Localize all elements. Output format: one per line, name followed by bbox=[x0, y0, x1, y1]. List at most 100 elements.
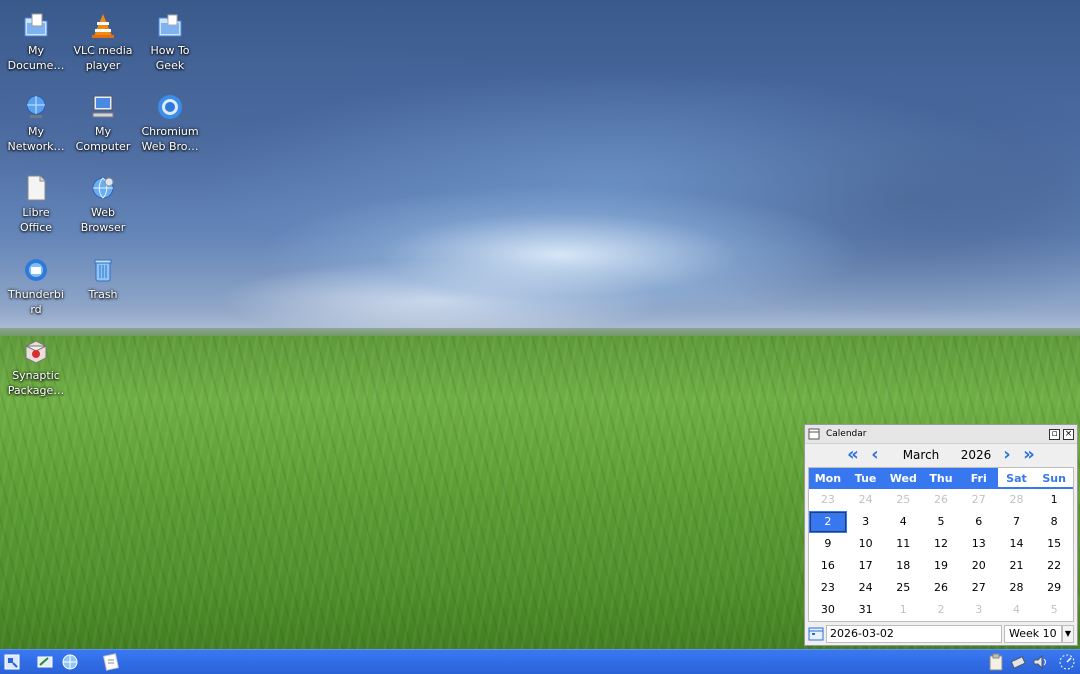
calendar-day[interactable]: 21 bbox=[998, 555, 1036, 577]
next-year-button[interactable]: » bbox=[1018, 445, 1040, 465]
chromium-icon bbox=[158, 95, 182, 119]
web-browser-icon[interactable] bbox=[61, 653, 79, 671]
calendar-week-row: 23 24 25 26 27 28 1 bbox=[809, 489, 1073, 511]
maximize-button[interactable]: ▫ bbox=[1049, 428, 1060, 440]
calendar-day[interactable]: 26 bbox=[922, 577, 960, 599]
calendar-day[interactable]: 30 bbox=[809, 599, 847, 621]
calendar-day[interactable]: 22 bbox=[1035, 555, 1073, 577]
calendar-day[interactable]: 26 bbox=[922, 489, 960, 511]
calendar-window[interactable]: Calendar ▫ × « ‹ March 2026 › » Mon Tue … bbox=[804, 424, 1078, 646]
calendar-day[interactable]: 4 bbox=[998, 599, 1036, 621]
calendar-day[interactable]: 17 bbox=[847, 555, 885, 577]
desktop-icon-web-browser[interactable]: Web Browser bbox=[68, 174, 138, 235]
desktop-icon-label: Synaptic Package… bbox=[7, 369, 65, 397]
folder-icon bbox=[158, 14, 182, 37]
calendar-week-row: 2 3 4 5 6 7 8 bbox=[809, 511, 1073, 533]
desktop-icon-chromium[interactable]: Chromium Web Bro… bbox=[135, 93, 205, 154]
network-tray-icon[interactable] bbox=[1009, 653, 1027, 671]
desktop-icon-label: Trash bbox=[88, 288, 118, 301]
calendar-day[interactable]: 20 bbox=[960, 555, 998, 577]
calendar-day[interactable]: 1 bbox=[1035, 489, 1073, 511]
previous-month-button[interactable]: ‹ bbox=[864, 445, 886, 465]
year-label: 2026 bbox=[960, 448, 992, 462]
calendar-day[interactable]: 31 bbox=[847, 599, 885, 621]
week-number-select[interactable]: Week 10 bbox=[1004, 625, 1062, 643]
calendar-day[interactable]: 12 bbox=[922, 533, 960, 555]
calendar-day[interactable]: 28 bbox=[998, 489, 1036, 511]
desktop-icon-label: Libre Office bbox=[19, 206, 53, 234]
clipboard-icon[interactable] bbox=[987, 653, 1005, 671]
chevron-down-icon[interactable]: ▼ bbox=[1062, 625, 1074, 643]
calendar-day[interactable]: 3 bbox=[960, 599, 998, 621]
text-editor-icon[interactable] bbox=[102, 653, 120, 671]
calendar-day[interactable]: 9 bbox=[809, 533, 847, 555]
calendar-day[interactable]: 28 bbox=[998, 577, 1036, 599]
calendar-day[interactable]: 19 bbox=[922, 555, 960, 577]
clock-icon[interactable] bbox=[1058, 653, 1076, 671]
calendar-grid: Mon Tue Wed Thu Fri Sat Sun 23 24 25 26 … bbox=[808, 467, 1074, 622]
calendar-date-icon[interactable] bbox=[808, 626, 824, 642]
desktop-icon-my-computer[interactable]: My Computer bbox=[68, 93, 138, 154]
weekday-label: Mon bbox=[814, 472, 842, 485]
thunderbird-icon bbox=[25, 259, 47, 281]
calendar-day[interactable]: 7 bbox=[998, 511, 1036, 533]
desktop-icon-label: How To Geek bbox=[150, 44, 190, 72]
calendar-day[interactable]: 18 bbox=[884, 555, 922, 577]
calendar-day[interactable]: 27 bbox=[960, 489, 998, 511]
desktop-icon-thunderbird[interactable]: Thunderbi rd bbox=[1, 256, 71, 317]
desktop-icon-trash[interactable]: Trash bbox=[68, 256, 138, 302]
calendar-day[interactable]: 11 bbox=[884, 533, 922, 555]
calendar-day[interactable]: 3 bbox=[847, 511, 885, 533]
close-button[interactable]: × bbox=[1063, 428, 1074, 440]
calendar-day[interactable]: 25 bbox=[884, 577, 922, 599]
desktop-icon-label: Thunderbi rd bbox=[8, 288, 64, 316]
desktop-icon-my-network[interactable]: My Network… bbox=[1, 93, 71, 154]
calendar-app-icon bbox=[808, 428, 820, 440]
web-browser-icon bbox=[92, 177, 114, 199]
desktop-icon-synaptic[interactable]: Synaptic Package… bbox=[1, 337, 71, 398]
desktop-icon-my-documents[interactable]: My Docume… bbox=[1, 12, 71, 73]
calendar-day[interactable]: 14 bbox=[998, 533, 1036, 555]
desktop-icon-how-to-geek[interactable]: How To Geek bbox=[135, 12, 205, 73]
previous-year-button[interactable]: « bbox=[842, 445, 864, 465]
file-manager-icon[interactable] bbox=[36, 653, 54, 671]
start-menu-icon[interactable] bbox=[3, 653, 21, 671]
calendar-day[interactable]: 13 bbox=[960, 533, 998, 555]
desktop-icon-libreoffice[interactable]: Libre Office bbox=[1, 174, 71, 235]
calendar-day[interactable]: 29 bbox=[1035, 577, 1073, 599]
calendar-titlebar[interactable]: Calendar ▫ × bbox=[805, 425, 1077, 444]
calendar-day[interactable]: 15 bbox=[1035, 533, 1073, 555]
weekday-label: Fri bbox=[970, 472, 987, 485]
calendar-day[interactable]: 1 bbox=[884, 599, 922, 621]
calendar-week-row: 9 10 11 12 13 14 15 bbox=[809, 533, 1073, 555]
calendar-day[interactable]: 5 bbox=[922, 511, 960, 533]
calendar-day[interactable]: 8 bbox=[1035, 511, 1073, 533]
vlc-cone-icon bbox=[92, 14, 114, 38]
weekday-label: Tue bbox=[854, 472, 877, 485]
selected-date-field[interactable]: 2026-03-02 bbox=[826, 625, 1002, 643]
weekday-label: Sat bbox=[997, 468, 1036, 489]
desktop-icon-label: My Network… bbox=[7, 125, 65, 153]
calendar-day[interactable]: 27 bbox=[960, 577, 998, 599]
calendar-day[interactable]: 16 bbox=[809, 555, 847, 577]
weekday-header: Mon Tue Wed Thu Fri Sat Sun bbox=[809, 468, 1074, 489]
window-title: Calendar bbox=[826, 429, 867, 439]
desktop-icon-vlc[interactable]: VLC media player bbox=[68, 12, 138, 73]
calendar-day[interactable]: 24 bbox=[847, 577, 885, 599]
calendar-day[interactable]: 4 bbox=[884, 511, 922, 533]
desktop-icon-label: Web Browser bbox=[80, 206, 126, 234]
calendar-day[interactable]: 6 bbox=[960, 511, 998, 533]
calendar-day[interactable]: 24 bbox=[847, 489, 885, 511]
calendar-navigation: « ‹ March 2026 › » bbox=[805, 444, 1077, 466]
calendar-day[interactable]: 5 bbox=[1035, 599, 1073, 621]
calendar-day[interactable]: 25 bbox=[884, 489, 922, 511]
calendar-day-selected[interactable]: 2 bbox=[809, 511, 847, 533]
next-month-button[interactable]: › bbox=[996, 445, 1018, 465]
calendar-day[interactable]: 2 bbox=[922, 599, 960, 621]
calendar-day[interactable]: 23 bbox=[809, 489, 847, 511]
calendar-day[interactable]: 23 bbox=[809, 577, 847, 599]
calendar-week-row: 16 17 18 19 20 21 22 bbox=[809, 555, 1073, 577]
calendar-day[interactable]: 10 bbox=[847, 533, 885, 555]
volume-icon[interactable] bbox=[1031, 653, 1049, 671]
computer-icon bbox=[92, 95, 114, 118]
